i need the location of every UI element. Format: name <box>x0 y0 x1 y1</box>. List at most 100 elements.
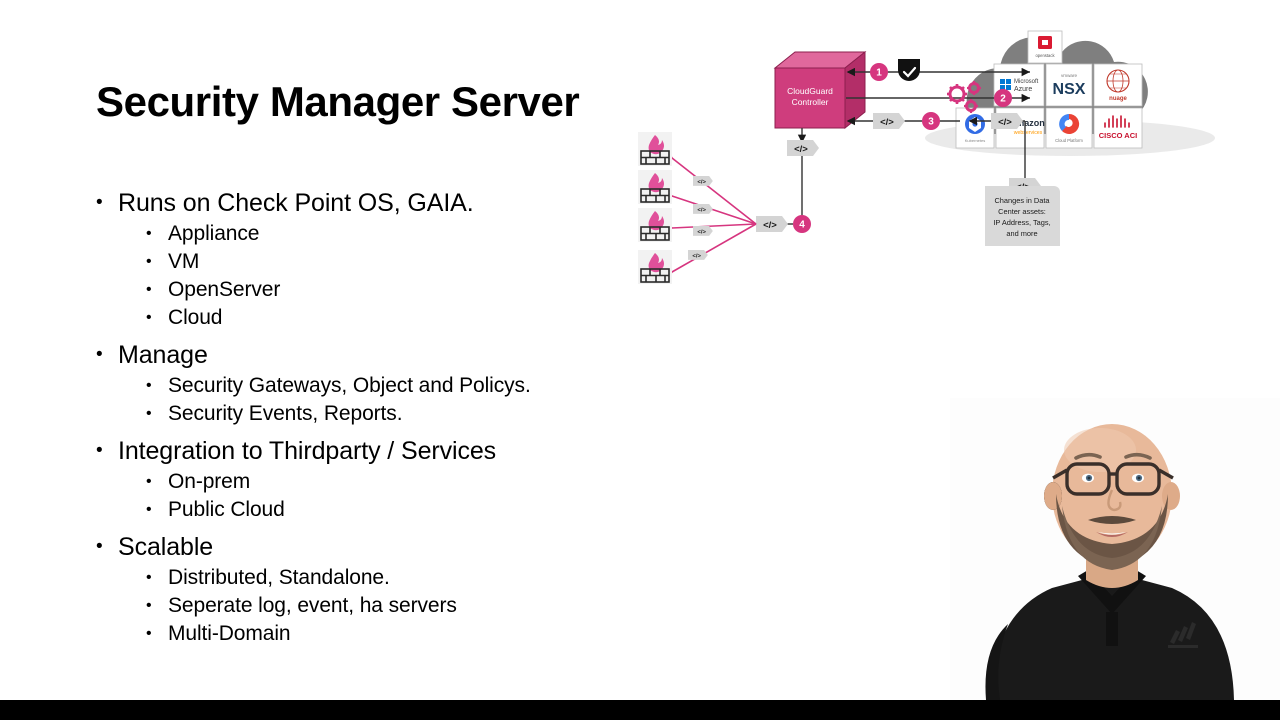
cloud-tile-sublabel: Cloud Platform <box>1055 138 1083 143</box>
cloud-tile-openstack: openstack <box>1027 30 1063 64</box>
bullet-marker-icon: • <box>146 625 152 642</box>
step-badge-4-label: 4 <box>799 220 805 231</box>
bullet-marker-icon: • <box>146 253 152 270</box>
bullet-level2-label: OpenServer <box>168 278 281 301</box>
bullet-level2: • Cloud <box>96 304 656 332</box>
bullet-level2: • Multi-Domain <box>96 620 656 648</box>
cloud-tile-label: Microsoft <box>1014 79 1039 85</box>
bullet-marker-icon: • <box>146 377 152 394</box>
public-cloud-group: openstack Microsoft Azure vmware NSX nua… <box>925 30 1215 156</box>
presenter-webcam-overlay <box>950 398 1280 700</box>
policy-push-arrows <box>662 149 757 281</box>
bullet-level1-label: Scalable <box>118 533 214 561</box>
bullet-level2-label: On-prem <box>168 470 251 493</box>
cloud-tile-label: nuage <box>1109 96 1127 102</box>
bullet-marker-icon: • <box>96 440 103 461</box>
bullet-marker-icon: • <box>96 536 103 557</box>
bullet-marker-icon: • <box>146 569 152 586</box>
bullet-level2: • Distributed, Standalone. <box>96 564 656 592</box>
bullet-level2-label: Distributed, Standalone. <box>168 566 390 589</box>
bullet-level2-label: Security Events, Reports. <box>168 402 403 425</box>
shield-check-icon <box>898 59 920 81</box>
bullet-marker-icon: • <box>146 405 152 422</box>
step-badge-3-label: 3 <box>928 117 934 128</box>
bullet-level1: • Manage <box>96 338 656 372</box>
policy-push-tags: </> </> </> </> <box>688 176 713 260</box>
bullet-level1: • Scalable <box>96 530 656 564</box>
step-badge-1-label: 1 <box>876 68 882 79</box>
callout-line-3: IP Address, Tags, <box>993 218 1050 227</box>
bullet-group: • Runs on Check Point OS, GAIA. • Applia… <box>96 186 656 332</box>
bullet-marker-icon: • <box>146 281 152 298</box>
datacenter-changes-callout: Changes in Data Center assets: IP Addres… <box>985 186 1060 246</box>
api-tag-label: </> <box>697 229 706 235</box>
cloud-tile-label: NSX <box>1053 81 1086 98</box>
bullet-list: • Runs on Check Point OS, GAIA. • Applia… <box>96 186 656 654</box>
bullet-level2-label: Appliance <box>168 222 260 245</box>
security-gateway-2 <box>638 170 672 204</box>
controller-label-line2: Controller <box>792 97 829 107</box>
api-tag-label: </> <box>697 207 706 213</box>
flow-line-3: </> </> 3 <box>846 112 1025 130</box>
bullet-level2: • VM <box>96 248 656 276</box>
bullet-group: • Integration to Thirdparty / Services •… <box>96 434 656 524</box>
controller-label-line1: CloudGuard <box>787 86 833 96</box>
security-gateway-4 <box>638 250 672 284</box>
api-tag-label: </> <box>697 179 706 185</box>
api-tag-label: </> <box>880 117 894 128</box>
api-tag-gw1: </> <box>693 176 713 186</box>
bullet-level2-label: Public Cloud <box>168 498 285 521</box>
cloud-tile-label: openstack <box>1035 53 1055 58</box>
bullet-level2: • Public Cloud <box>96 496 656 524</box>
page-title: Security Manager Server <box>96 78 580 125</box>
api-tag-gw2: </> <box>693 204 713 214</box>
cloud-tile-kubernetes: Kubernetes <box>955 107 995 149</box>
bullet-level1-label: Integration to Thirdparty / Services <box>118 437 497 465</box>
bullet-level2-label: VM <box>168 250 200 273</box>
bullet-level2-label: Cloud <box>168 306 223 329</box>
bullet-level2-label: Security Gateways, Object and Policys. <box>168 374 531 397</box>
cloud-tile-cisco-aci: CISCO ACI <box>1093 107 1143 149</box>
callout-line-2: Center assets: <box>998 207 1046 216</box>
bullet-marker-icon: • <box>146 501 152 518</box>
api-tag-distribution-hub: </> <box>756 216 788 232</box>
api-tag-flow3-right: </> <box>991 113 1023 129</box>
bullet-level1-label: Manage <box>118 341 208 369</box>
api-tag-label: </> <box>794 144 808 155</box>
bullet-level2: • Seperate log, event, ha servers <box>96 592 656 620</box>
cloudguard-controller-node[interactable]: CloudGuard Controller <box>773 50 867 130</box>
bullet-level1-label: Runs on Check Point OS, GAIA. <box>118 189 474 217</box>
bullet-level2: • OpenServer <box>96 276 656 304</box>
bullet-marker-icon: • <box>146 225 152 242</box>
api-tag-label: </> <box>692 253 701 259</box>
slide-canvas: Security Manager Server • Runs on Check … <box>0 0 1280 720</box>
bullet-marker-icon: • <box>146 597 152 614</box>
bullet-level1: • Integration to Thirdparty / Services <box>96 434 656 468</box>
cloud-tile-sublabel: vmware <box>1061 73 1078 78</box>
bullet-level2-label: Seperate log, event, ha servers <box>168 594 457 617</box>
bullet-level2: • Security Gateways, Object and Policys. <box>96 372 656 400</box>
bullet-marker-icon: • <box>96 192 103 213</box>
callout-line-1: Changes in Data <box>994 196 1050 205</box>
architecture-diagram: openstack Microsoft Azure vmware NSX nua… <box>630 28 1230 308</box>
callout-line-4: and more <box>1006 229 1037 238</box>
bullet-level2: • On-prem <box>96 468 656 496</box>
api-tag-gw3: </> <box>693 226 713 236</box>
cloud-tile-sublabel: Azure <box>1014 86 1032 93</box>
api-tag-flow3-left: </> <box>873 113 905 129</box>
security-gateway-3 <box>638 208 672 242</box>
bullet-level2: • Appliance <box>96 220 656 248</box>
cloud-tile-sublabel: webservices <box>1014 130 1043 136</box>
controller-to-gateways-link: </> 4 <box>775 128 819 233</box>
bullet-marker-icon: • <box>146 309 152 326</box>
cloud-tile-label: CISCO ACI <box>1099 131 1137 140</box>
bullet-level2-label: Multi-Domain <box>168 622 291 645</box>
bullet-marker-icon: • <box>146 473 152 490</box>
step-badge-2-label: 2 <box>1000 94 1006 105</box>
bullet-level2: • Security Events, Reports. <box>96 400 656 428</box>
api-tag-label: </> <box>998 117 1012 128</box>
bullet-group: • Scalable • Distributed, Standalone. • … <box>96 530 656 648</box>
bullet-marker-icon: • <box>96 344 103 365</box>
api-tag-label: </> <box>763 220 777 231</box>
cloud-tile-nuage-networks: nuage <box>1093 63 1143 107</box>
